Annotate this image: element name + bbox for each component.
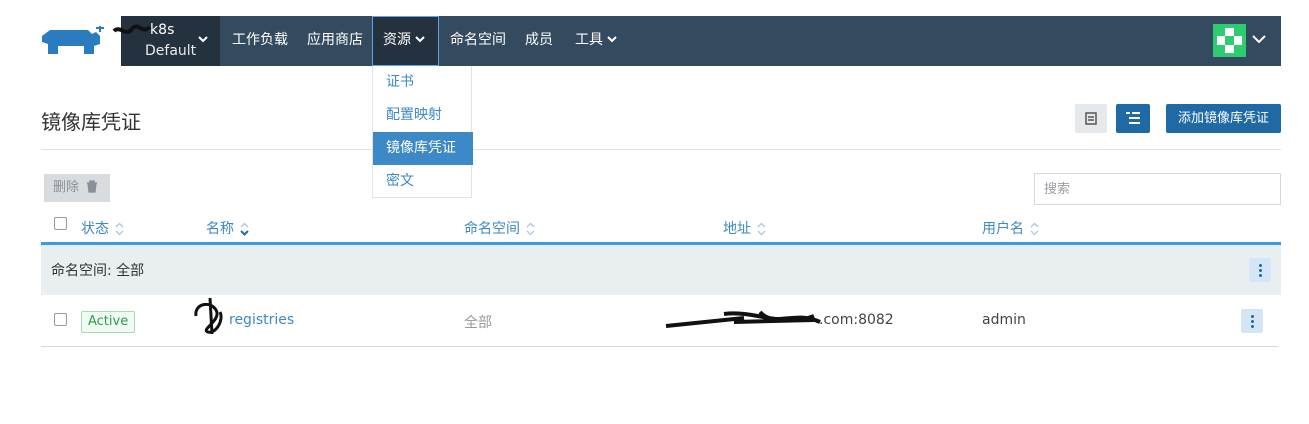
- dropdown-item-secrets[interactable]: 密文: [373, 165, 473, 198]
- redacted-scribble: [665, 310, 821, 328]
- nav-workloads[interactable]: 工作负载: [232, 16, 288, 66]
- trash-icon: [87, 180, 98, 193]
- registry-name-link[interactable]: registries: [229, 312, 294, 328]
- nav-members[interactable]: 成员: [525, 16, 553, 66]
- chevron-down-icon[interactable]: [1252, 34, 1266, 44]
- dropdown-item-certificates[interactable]: 证书: [373, 66, 473, 99]
- user-avatar[interactable]: [1213, 24, 1246, 57]
- nav-tools[interactable]: 工具: [575, 16, 617, 66]
- nav-label: 应用商店: [307, 32, 363, 48]
- rancher-logo-icon[interactable]: [40, 22, 108, 62]
- group-actions-menu-button[interactable]: [1249, 258, 1271, 282]
- sort-icon: [240, 222, 249, 236]
- nav-label: 工作负载: [232, 32, 288, 48]
- dropdown-item-registry-credentials[interactable]: 镜像库凭证: [373, 132, 473, 165]
- sort-icon: [1030, 222, 1039, 236]
- chevron-down-icon: [415, 36, 425, 43]
- page-title: 镜像库凭证: [41, 110, 141, 134]
- row-actions-menu-button[interactable]: [1241, 309, 1263, 333]
- avatar-pattern-icon: [1213, 24, 1246, 57]
- nav-label: 成员: [525, 32, 553, 48]
- chevron-down-icon: [607, 36, 617, 43]
- row-username: admin: [982, 312, 1026, 328]
- row-divider: [41, 346, 1278, 347]
- row-checkbox[interactable]: [54, 313, 67, 326]
- redacted-scribble: [194, 297, 223, 335]
- column-label: 地址: [723, 221, 751, 237]
- add-registry-credential-button[interactable]: 添加镜像库凭证: [1166, 104, 1281, 133]
- row-address: .com:8082: [819, 312, 894, 328]
- column-label: 状态: [81, 221, 109, 237]
- flat-view-button[interactable]: [1075, 104, 1107, 133]
- sort-icon: [757, 222, 766, 236]
- dropdown-item-config-maps[interactable]: 配置映射: [373, 99, 473, 132]
- column-label: 命名空间: [464, 221, 520, 237]
- list-grouped-icon: [1126, 112, 1140, 124]
- sort-icon: [526, 222, 535, 236]
- sort-icon: [115, 222, 124, 236]
- search-input[interactable]: [1034, 173, 1281, 205]
- column-label: 名称: [206, 221, 234, 237]
- nav-label: 资源: [383, 32, 411, 48]
- delete-button[interactable]: 删除: [44, 174, 110, 202]
- namespace-group-row: 命名空间: 全部: [41, 245, 1281, 295]
- top-nav-bar: [121, 16, 1281, 66]
- project-name: Default: [145, 43, 197, 59]
- column-header-username[interactable]: 用户名: [982, 218, 1039, 238]
- grouped-view-button[interactable]: [1116, 104, 1150, 133]
- nav-label: 命名空间: [450, 32, 506, 48]
- column-header-name[interactable]: 名称: [206, 218, 249, 238]
- column-header-address[interactable]: 地址: [723, 218, 766, 238]
- group-label: 命名空间: 全部: [51, 263, 145, 279]
- status-badge: Active: [81, 311, 136, 333]
- column-header-state[interactable]: 状态: [81, 218, 124, 238]
- select-all-checkbox[interactable]: [54, 217, 67, 230]
- nav-app-store[interactable]: 应用商店: [307, 16, 363, 66]
- nav-label: 工具: [575, 32, 603, 48]
- delete-label: 删除: [53, 180, 80, 195]
- chevron-down-icon: [198, 36, 208, 43]
- nav-namespaces[interactable]: 命名空间: [450, 16, 506, 66]
- redacted-scribble: [112, 24, 152, 34]
- divider: [41, 149, 1281, 150]
- resources-dropdown-menu: 证书 配置映射 镜像库凭证 密文: [372, 66, 473, 198]
- column-label: 用户名: [982, 221, 1024, 237]
- nav-resources[interactable]: 资源: [372, 16, 439, 66]
- column-header-namespace[interactable]: 命名空间: [464, 218, 535, 238]
- row-namespace: 全部: [464, 315, 492, 331]
- list-flat-icon: [1085, 112, 1097, 125]
